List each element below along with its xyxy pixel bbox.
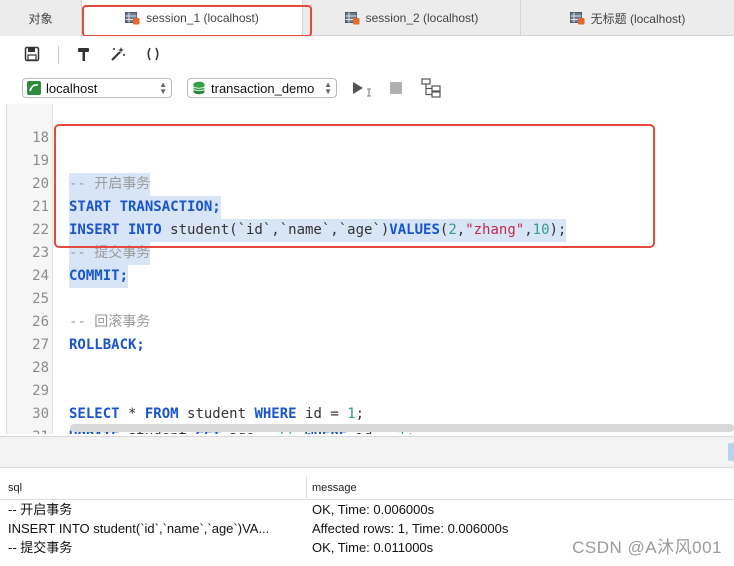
code-line[interactable]: 30 UPDATE student SET age = 65 WHERE id … [7, 380, 734, 434]
code-line[interactable]: 29 SELECT * FROM student WHERE id = 1; [7, 357, 734, 422]
line-number: 31 [7, 426, 49, 434]
database-value: transaction_demo [211, 80, 315, 96]
explain-button[interactable] [421, 78, 443, 98]
editor-toolbar [0, 36, 734, 72]
tab-session-2-label: session_2 (localhost) [365, 11, 479, 25]
column-header-message[interactable]: message [312, 482, 357, 494]
cell-message: Affected rows: 1, Time: 0.006000s [312, 521, 509, 536]
connection-value: localhost [46, 80, 98, 96]
tab-session-2[interactable]: session_2 (localhost) [303, 0, 521, 36]
splitter-handle[interactable] [728, 443, 734, 461]
results-header: sql message [0, 472, 734, 500]
toolbar-separator [58, 46, 59, 64]
code-snippet-button[interactable] [143, 44, 163, 64]
panel-splitter[interactable] [0, 436, 734, 468]
editor-horizontal-scrollbar[interactable] [70, 424, 734, 432]
code-line[interactable]: 21 INSERT INTO student(`id`,`name`,`age`… [7, 173, 734, 242]
hammer-icon [78, 48, 89, 61]
query-table-icon [344, 11, 360, 24]
magic-wand-icon [111, 47, 125, 61]
database-select[interactable]: transaction_demo ▲ ▼ [187, 78, 337, 98]
code-line[interactable]: 18 [7, 104, 734, 146]
run-icon [353, 82, 371, 97]
code-line[interactable]: 23 COMMIT; [7, 219, 734, 288]
cell-sql: -- 开启事务 [8, 502, 73, 517]
results-panel: sql message -- 开启事务 OK, Time: 0.006000s … [0, 468, 734, 566]
tab-bar: 对象 session_1 (localhost) session_2 (loca… [0, 0, 734, 37]
cell-message: OK, Time: 0.006000s [312, 502, 435, 517]
tab-untitled-label: 无标题 (localhost) [590, 11, 686, 26]
parentheses-icon [147, 47, 159, 61]
query-table-icon [125, 11, 140, 24]
code-line[interactable]: 27 [7, 311, 734, 353]
column-header-sql[interactable]: sql [8, 482, 22, 494]
select-caret-icon: ▲ ▼ [324, 80, 332, 96]
query-table-icon [569, 11, 585, 24]
code-line[interactable]: 19 -- 开启事务 [7, 127, 734, 196]
save-icon [24, 46, 40, 62]
code-line[interactable]: 25 -- 回滚事务 [7, 265, 734, 330]
sql-editor[interactable]: 18 19 -- 开启事务 20 START TRANSACTION; 21 I… [6, 104, 734, 434]
save-button[interactable] [22, 44, 42, 64]
select-caret-icon: ▲ ▼ [159, 80, 167, 96]
cell-sql: -- 提交事务 [8, 540, 73, 555]
code-line[interactable]: 26 ROLLBACK; [7, 288, 734, 353]
cell-sql: INSERT INTO student(`id`,`name`,`age`)VA… [8, 521, 270, 536]
tab-objects[interactable]: 对象 [0, 0, 82, 36]
tab-objects-label: 对象 [28, 11, 53, 26]
code-line[interactable]: 28 [7, 334, 734, 376]
connection-toolbar: localhost ▲ ▼ transaction_demo ▲ ▼ [0, 72, 734, 102]
table-row[interactable]: -- 开启事务 OK, Time: 0.006000s [0, 500, 734, 519]
database-icon [193, 81, 205, 95]
cell-message: OK, Time: 0.011000s [312, 540, 434, 555]
explain-tree-icon [421, 78, 441, 98]
beautify-button[interactable] [108, 44, 128, 64]
code-line[interactable]: 31 [7, 403, 734, 434]
watermark: CSDN @A沐风001 [572, 538, 722, 557]
build-button[interactable] [74, 44, 94, 64]
code-line[interactable]: 24 [7, 242, 734, 284]
run-button[interactable] [351, 80, 373, 98]
tab-session-1-label: session_1 (localhost) [146, 11, 259, 25]
code-line[interactable]: 20 START TRANSACTION; [7, 150, 734, 219]
stop-icon [390, 82, 402, 94]
mysql-connection-icon [27, 81, 41, 95]
column-divider[interactable] [306, 476, 307, 498]
tab-untitled[interactable]: 无标题 (localhost) [521, 0, 734, 36]
connection-select[interactable]: localhost ▲ ▼ [22, 78, 172, 98]
tab-session-1[interactable]: session_1 (localhost) [82, 0, 303, 36]
stop-button[interactable] [389, 81, 403, 95]
code-line[interactable]: 22 -- 提交事务 [7, 196, 734, 265]
